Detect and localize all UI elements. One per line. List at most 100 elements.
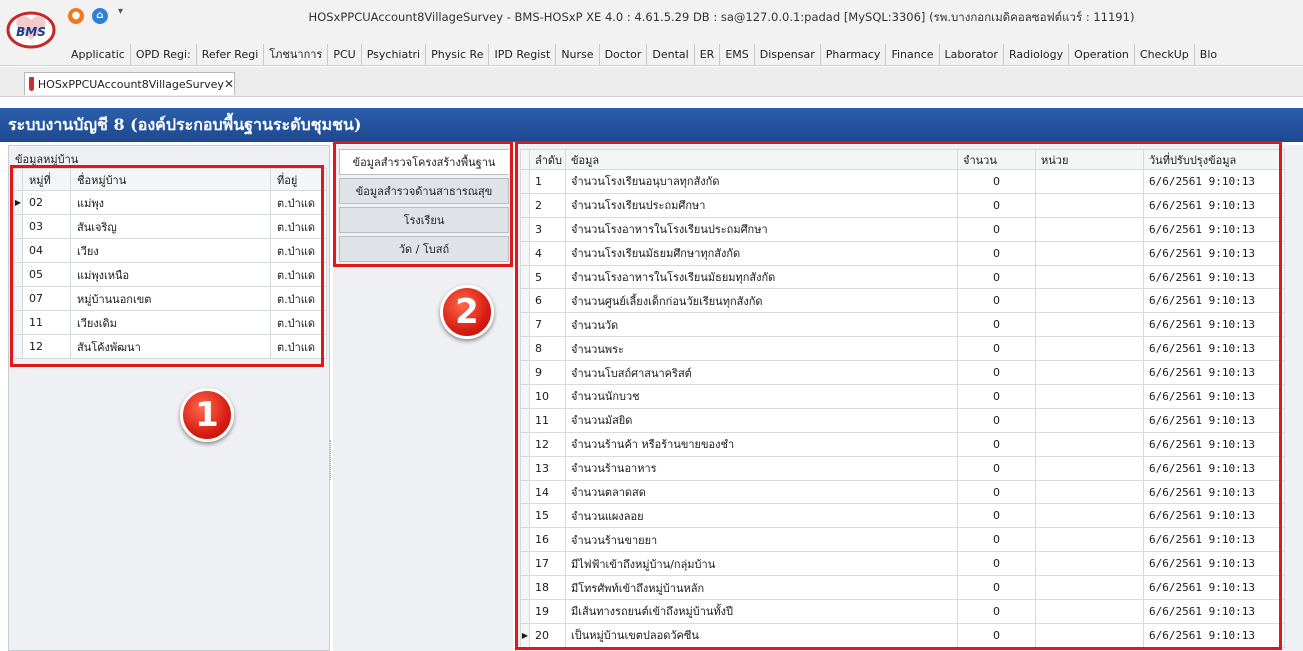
village-name-cell[interactable]: เวียงเดิม [70, 310, 271, 335]
village-address-cell[interactable]: ต.ป่าแด [270, 238, 327, 263]
survey-unit-cell[interactable] [1035, 551, 1144, 577]
survey-row[interactable]: 2 จำนวนโรงเรียนประถมศึกษา 0 6/6/2561 9:10:1… [520, 192, 1285, 218]
survey-count-cell[interactable]: 0 [957, 192, 1036, 218]
survey-no-cell[interactable]: 17 [529, 551, 566, 577]
survey-item-cell[interactable]: จำนวนพระ [565, 336, 958, 362]
village-address-cell[interactable]: ต.ป่าแด [270, 190, 327, 215]
village-row[interactable]: 03 สันเจริญ ต.ป่าแด [13, 214, 327, 239]
survey-updated-cell[interactable]: 6/6/2561 9:10:13 [1143, 240, 1285, 266]
survey-count-cell[interactable]: 0 [957, 360, 1036, 386]
survey-item-cell[interactable]: จำนวนโรงเรียนมัธยมศึกษาทุกสังกัด [565, 240, 958, 266]
survey-no-cell[interactable]: 12 [529, 431, 566, 457]
village-row[interactable]: 07 หมู่บ้านนอกเขต ต.ป่าแด [13, 286, 327, 311]
bms-logo[interactable]: BMS [6, 10, 56, 50]
menu-item[interactable]: Refer Regi [195, 44, 264, 66]
survey-row[interactable]: 1 จำนวนโรงเรียนอนุบาลทุกสังกัด 0 6/6/2561 9… [520, 169, 1285, 194]
survey-row[interactable]: 4 จำนวนโรงเรียนมัธยมศึกษาทุกสังกัด 0 6/6/25… [520, 240, 1285, 266]
survey-row[interactable]: 8 จำนวนพระ 0 6/6/2561 9:10:13 [520, 336, 1285, 362]
menu-item[interactable]: Dispensar [753, 44, 820, 66]
survey-row[interactable]: 14 จำนวนตลาดสด 0 6/6/2561 9:10:13 [520, 479, 1285, 505]
survey-unit-cell[interactable] [1035, 360, 1144, 386]
survey-updated-cell[interactable]: 6/6/2561 9:10:13 [1143, 599, 1285, 624]
survey-count-cell[interactable]: 0 [957, 216, 1036, 242]
survey-count-cell[interactable]: 0 [957, 575, 1036, 601]
survey-no-cell[interactable]: 14 [529, 479, 566, 505]
survey-item-cell[interactable]: จำนวนนักบวช [565, 384, 958, 409]
village-row[interactable]: 05 แม่พุงเหนือ ต.ป่าแด [13, 262, 327, 287]
survey-unit-cell[interactable] [1035, 503, 1144, 529]
menu-item[interactable]: EMS [719, 44, 753, 66]
survey-count-cell[interactable]: 0 [957, 479, 1036, 505]
survey-updated-cell[interactable]: 6/6/2561 9:10:13 [1143, 455, 1285, 481]
lock-icon[interactable]: ● [68, 8, 84, 24]
survey-row[interactable]: 15 จำนวนแผงลอย 0 6/6/2561 9:10:13 [520, 503, 1285, 529]
survey-updated-cell[interactable]: 6/6/2561 9:10:13 [1143, 216, 1285, 242]
survey-count-cell[interactable]: 0 [957, 503, 1036, 529]
survey-updated-cell[interactable]: 6/6/2561 9:10:13 [1143, 575, 1285, 601]
survey-updated-cell[interactable]: 6/6/2561 9:10:13 [1143, 551, 1285, 577]
village-moo-cell[interactable]: 05 [22, 262, 71, 287]
survey-count-cell[interactable]: 0 [957, 599, 1036, 624]
survey-updated-cell[interactable]: 6/6/2561 9:10:13 [1143, 336, 1285, 362]
survey-no-cell[interactable]: 15 [529, 503, 566, 529]
menu-item[interactable]: OPD Regi: [129, 44, 196, 66]
survey-item-cell[interactable]: จำนวนแผงลอย [565, 503, 958, 529]
survey-row[interactable]: 16 จำนวนร้านขายยา 0 6/6/2561 9:10:13 [520, 527, 1285, 553]
village-row[interactable]: 11 เวียงเดิม ต.ป่าแด [13, 310, 327, 335]
survey-count-cell[interactable]: 0 [957, 288, 1036, 314]
survey-unit-cell[interactable] [1035, 479, 1144, 505]
tab-schools[interactable]: โรงเรียน [339, 207, 509, 233]
panel-splitter[interactable] [330, 440, 332, 480]
village-moo-cell[interactable]: 07 [22, 286, 71, 311]
survey-count-cell[interactable]: 0 [957, 455, 1036, 481]
survey-updated-cell[interactable]: 6/6/2561 9:10:13 [1143, 360, 1285, 386]
survey-unit-cell[interactable] [1035, 384, 1144, 409]
close-icon[interactable]: ✕ [224, 77, 234, 91]
home-icon[interactable]: ⌂ [92, 8, 108, 24]
survey-updated-cell[interactable]: 6/6/2561 9:10:13 [1143, 479, 1285, 505]
village-row[interactable]: 12 สันโค้งพัฒนา ต.ป่าแด [13, 334, 327, 359]
menu-item[interactable]: CheckUp [1133, 44, 1194, 66]
tab-temples-churches[interactable]: วัด / โบสถ์ [339, 236, 509, 262]
survey-updated-cell[interactable]: 6/6/2561 9:10:13 [1143, 384, 1285, 409]
village-name-cell[interactable]: หมู่บ้านนอกเขต [70, 286, 271, 311]
survey-item-cell[interactable]: จำนวนโรงเรียนอนุบาลทุกสังกัด [565, 169, 958, 194]
menu-item[interactable]: IPD Regist [488, 44, 555, 66]
survey-updated-cell[interactable]: 6/6/2561 9:10:13 [1143, 169, 1285, 194]
survey-unit-cell[interactable] [1035, 575, 1144, 601]
village-row[interactable]: 04 เวียง ต.ป่าแด [13, 238, 327, 263]
survey-item-cell[interactable]: จำนวนมัสยิด [565, 407, 958, 433]
survey-no-cell[interactable]: 1 [529, 169, 566, 194]
column-header-updated[interactable]: วันที่ปรับปรุงข้อมูล [1143, 149, 1285, 170]
menu-item[interactable]: Physic Re [425, 44, 488, 66]
survey-row[interactable]: 13 จำนวนร้านอาหาร 0 6/6/2561 9:10:13 [520, 455, 1285, 481]
survey-item-cell[interactable]: จำนวนโรงอาหารในโรงเรียนประถมศึกษา [565, 216, 958, 242]
tab-infrastructure-survey[interactable]: ข้อมูลสำรวจโครงสร้างพื้นฐาน [339, 149, 509, 175]
survey-row[interactable]: 5 จำนวนโรงอาหารในโรงเรียนมัธยมทุกสังกัด 0 6… [520, 264, 1285, 290]
survey-row[interactable]: 19 มีเส้นทางรถยนต์เข้าถึงหมู่บ้านทั้งปี 0 6… [520, 599, 1285, 624]
survey-updated-cell[interactable]: 6/6/2561 9:10:13 [1143, 503, 1285, 529]
survey-unit-cell[interactable] [1035, 431, 1144, 457]
survey-count-cell[interactable]: 0 [957, 407, 1036, 433]
village-name-cell[interactable]: สันโค้งพัฒนา [70, 334, 271, 359]
menu-item[interactable]: Finance [885, 44, 938, 66]
column-header-address[interactable]: ที่อยู่ [270, 168, 327, 191]
survey-count-cell[interactable]: 0 [957, 527, 1036, 553]
survey-item-cell[interactable]: จำนวนศูนย์เลี้ยงเด็กก่อนวัยเรียนทุกสังกั… [565, 288, 958, 314]
village-address-cell[interactable]: ต.ป่าแด [270, 214, 327, 239]
survey-count-cell[interactable]: 0 [957, 551, 1036, 577]
column-header-item[interactable]: ข้อมูล [565, 149, 958, 170]
menu-item[interactable]: ER [693, 44, 720, 66]
survey-no-cell[interactable]: 19 [529, 599, 566, 624]
survey-no-cell[interactable]: 2 [529, 192, 566, 218]
survey-item-cell[interactable]: จำนวนวัด [565, 312, 958, 338]
survey-row[interactable]: 9 จำนวนโบสถ์ศาสนาคริสต์ 0 6/6/2561 9:10:13 [520, 360, 1285, 386]
survey-item-cell[interactable]: เป็นหมู่บ้านเขตปลอดวัคซีน [565, 622, 958, 648]
survey-row[interactable]: 11 จำนวนมัสยิด 0 6/6/2561 9:10:13 [520, 407, 1285, 433]
survey-unit-cell[interactable] [1035, 240, 1144, 266]
survey-row[interactable]: 17 มีไฟฟ้าเข้าถึงหมู่บ้าน/กลุ่มบ้าน 0 6/6/2… [520, 551, 1285, 577]
column-header-count[interactable]: จำนวน [957, 149, 1036, 170]
survey-item-cell[interactable]: มีเส้นทางรถยนต์เข้าถึงหมู่บ้านทั้งปี [565, 599, 958, 624]
survey-no-cell[interactable]: 13 [529, 455, 566, 481]
survey-unit-cell[interactable] [1035, 169, 1144, 194]
